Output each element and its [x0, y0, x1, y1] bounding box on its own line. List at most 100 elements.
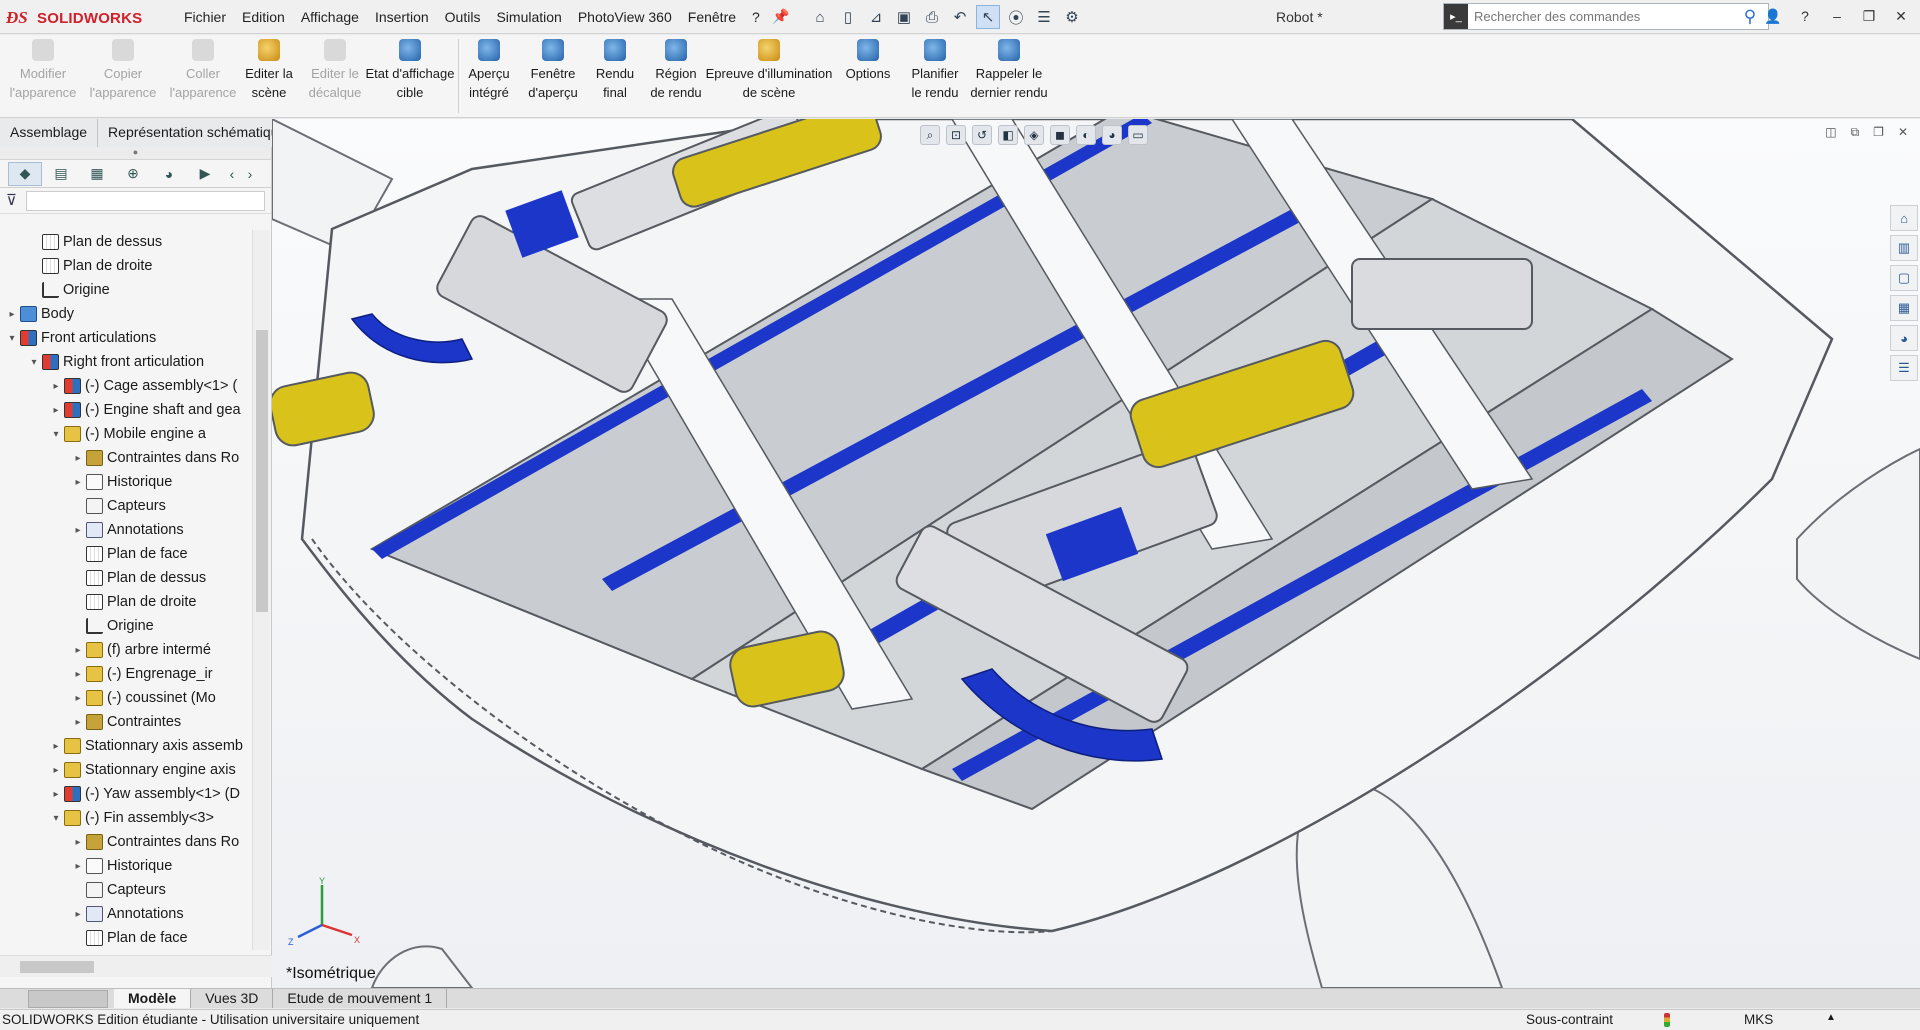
tree-node[interactable]: Plan de face: [0, 542, 252, 566]
previous-view-icon[interactable]: ↺: [972, 125, 992, 145]
tree-vertical-scrollbar[interactable]: [252, 230, 270, 950]
menu-item[interactable]: Simulation: [488, 0, 569, 34]
select-icon[interactable]: ↖: [976, 5, 1000, 29]
viewport-close-icon[interactable]: ✕: [1898, 125, 1908, 140]
command-button[interactable]: Fenêtre d'aperçu: [526, 39, 580, 115]
tree-node[interactable]: ▸ (-) Engrenage_ir: [0, 662, 252, 686]
command-button[interactable]: Aperçu intégré: [462, 39, 516, 115]
expand-toggle-icon[interactable]: ▸: [70, 717, 86, 728]
tree-node[interactable]: ▸ Contraintes dans Ro: [0, 446, 252, 470]
feature-tree-tab-icon[interactable]: ◆: [8, 161, 42, 186]
zoom-area-icon[interactable]: ⊡: [946, 125, 966, 145]
command-button[interactable]: Coller l'apparence: [168, 39, 238, 115]
robot-3d-model[interactable]: [272, 119, 1920, 988]
help-icon[interactable]: ?: [1792, 4, 1818, 28]
tab-1[interactable]: Représentation schématique: [98, 119, 298, 147]
command-button[interactable]: Editer le décalque: [306, 39, 364, 115]
rebuild-icon[interactable]: ⦿: [1004, 5, 1028, 29]
solidworks-logo[interactable]: ƉS SOLIDWORKS: [6, 6, 156, 30]
expand-toggle-icon[interactable]: ▸: [70, 645, 86, 656]
view-orientation-icon[interactable]: ◈: [1024, 125, 1044, 145]
expand-toggle-icon[interactable]: ▾: [4, 333, 20, 344]
filter-input[interactable]: [26, 191, 265, 211]
expand-toggle-icon[interactable]: ▾: [26, 357, 42, 368]
expand-toggle-icon[interactable]: ▸: [70, 453, 86, 464]
command-search[interactable]: ▸_ Rechercher des commandes ⚲: [1443, 3, 1769, 30]
tree-node[interactable]: ▸ Stationnary axis assemb: [0, 734, 252, 758]
tree-node[interactable]: Capteurs: [0, 878, 252, 902]
expand-toggle-icon[interactable]: ▸: [48, 741, 64, 752]
command-button[interactable]: Rendu final: [592, 39, 638, 115]
display-style-icon[interactable]: ◼: [1050, 125, 1070, 145]
expand-toggle-icon[interactable]: ▸: [70, 669, 86, 680]
expand-toggle-icon[interactable]: ▸: [48, 789, 64, 800]
expand-toggle-icon[interactable]: ▸: [70, 525, 86, 536]
menu-item[interactable]: Affichage: [293, 0, 367, 34]
tree-node[interactable]: ▸ (-) coussinet (Mo: [0, 686, 252, 710]
filter-icon[interactable]: ⊽: [6, 192, 17, 209]
tree-node[interactable]: ▸ (-) Engine shaft and gea: [0, 398, 252, 422]
command-button[interactable]: Options: [840, 39, 896, 115]
tree-node[interactable]: Origine: [0, 614, 252, 638]
viewport-restore-icon[interactable]: ❐: [1873, 125, 1884, 140]
expand-toggle-icon[interactable]: ▾: [48, 813, 64, 824]
tree-node[interactable]: Capteurs: [0, 494, 252, 518]
scrollbar-thumb[interactable]: [256, 330, 268, 612]
tree-node[interactable]: ▸ (-) Cage assembly<1> (: [0, 374, 252, 398]
command-button[interactable]: Epreuve d'illumination de scène: [704, 39, 834, 115]
tree-node[interactable]: ▸ Contraintes: [0, 710, 252, 734]
tabs-scroll-right-icon[interactable]: ›: [242, 162, 258, 186]
file-explorer-icon[interactable]: ▢: [1890, 265, 1918, 291]
tree-node[interactable]: ▸ Contraintes dans Ro: [0, 830, 252, 854]
command-button[interactable]: Copier l'apparence: [88, 39, 158, 115]
command-button[interactable]: Editer la scène: [242, 39, 296, 115]
menu-item[interactable]: Outils: [437, 0, 489, 34]
home-icon[interactable]: ⌂: [808, 5, 832, 29]
expand-toggle-icon[interactable]: ▸: [48, 381, 64, 392]
expand-toggle-icon[interactable]: ▸: [48, 765, 64, 776]
solidworks-resources-icon[interactable]: ⌂: [1890, 205, 1918, 231]
options-icon[interactable]: ⚙: [1060, 5, 1084, 29]
restore-icon[interactable]: ❐: [1856, 4, 1882, 28]
dimxpert-tab-icon[interactable]: ⊕: [116, 162, 150, 186]
hide-show-icon[interactable]: ◐: [1076, 125, 1096, 145]
tree-horizontal-scrollbar[interactable]: [0, 955, 272, 977]
appearances-icon[interactable]: ◕: [1890, 325, 1918, 351]
viewport-link-icon[interactable]: ⧉: [1851, 125, 1860, 140]
expand-toggle-icon[interactable]: ▸: [70, 693, 86, 704]
tabs-scroll-left-icon[interactable]: ‹: [224, 162, 240, 186]
tree-node[interactable]: ▾ (-) Mobile engine a: [0, 422, 252, 446]
command-button[interactable]: Modifier l'apparence: [8, 39, 78, 115]
tree-node[interactable]: ▸ Body: [0, 302, 252, 326]
tree-node[interactable]: ▾ Front articulations: [0, 326, 252, 350]
scrollbar-thumb[interactable]: [20, 961, 94, 973]
tree-node[interactable]: Plan de dessus: [0, 230, 252, 254]
menu-item[interactable]: Edition: [234, 0, 293, 34]
open-icon[interactable]: ⊿: [864, 5, 888, 29]
close-icon[interactable]: ✕: [1888, 4, 1914, 28]
panel-handle[interactable]: ●: [0, 147, 271, 160]
tree-node[interactable]: Plan de face: [0, 926, 252, 950]
file-properties-icon[interactable]: ☰: [1032, 5, 1056, 29]
tree-node[interactable]: Plan de droite: [0, 590, 252, 614]
command-button[interactable]: Région de rendu: [650, 39, 702, 115]
tree-node[interactable]: ▸ Annotations: [0, 518, 252, 542]
menu-item[interactable]: Insertion: [367, 0, 437, 34]
command-button[interactable]: Rappeler le dernier rendu: [968, 39, 1050, 115]
tree-node[interactable]: Plan de droite: [0, 254, 252, 278]
new-icon[interactable]: ▯: [836, 5, 860, 29]
view-palette-icon[interactable]: ▦: [1890, 295, 1918, 321]
command-button[interactable]: Planifier le rendu: [908, 39, 962, 115]
unit-menu-arrow-icon[interactable]: ▲: [1826, 1012, 1836, 1023]
property-manager-tab-icon[interactable]: ▤: [44, 162, 78, 186]
rebuild-status-icon[interactable]: [1664, 1013, 1670, 1027]
bottom-tab-0[interactable]: Modèle: [114, 989, 192, 1008]
unit-system[interactable]: MKS: [1744, 1012, 1773, 1027]
tree-node[interactable]: ▸ (-) Yaw assembly<1> (D: [0, 782, 252, 806]
apply-scene-icon[interactable]: ▭: [1128, 125, 1148, 145]
tree-node[interactable]: ▾ (-) Fin assembly<3>: [0, 806, 252, 830]
viewport-split-icon[interactable]: ◫: [1825, 125, 1836, 140]
zoom-to-fit-icon[interactable]: ⌕: [920, 125, 940, 145]
tree-node[interactable]: ▸ Historique: [0, 854, 252, 878]
print-icon[interactable]: ⎙: [920, 5, 944, 29]
